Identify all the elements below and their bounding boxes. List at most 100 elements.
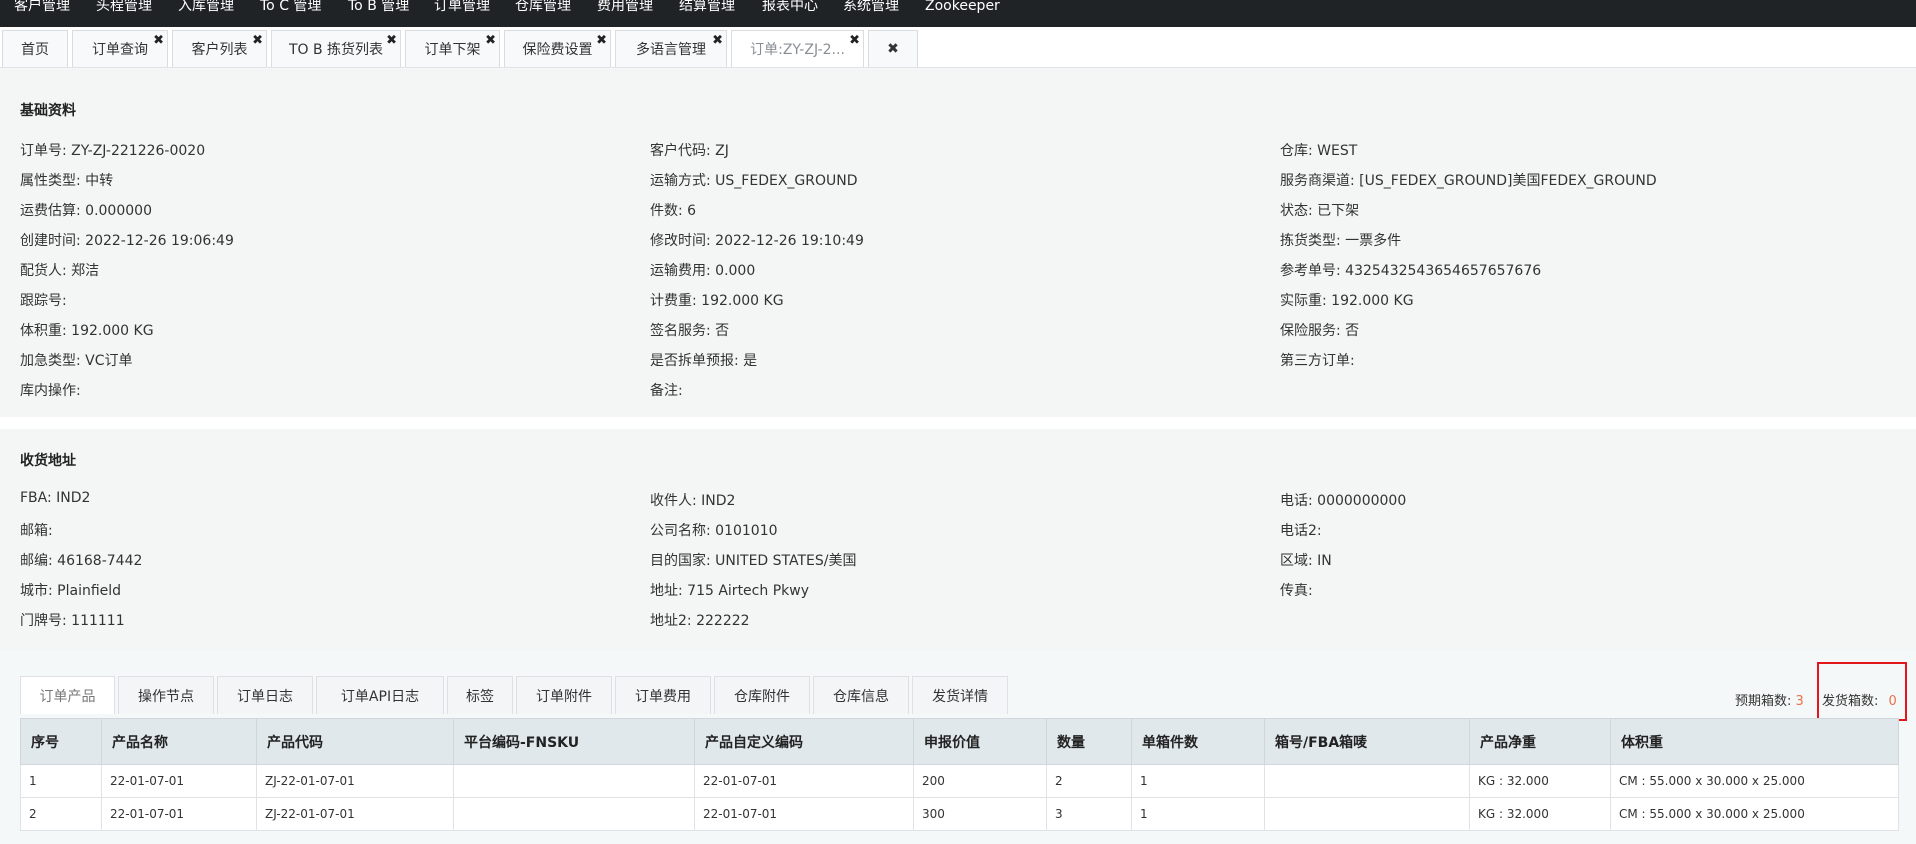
field-tracking-no: 跟踪号: xyxy=(20,293,67,309)
table-row: 2 22-01-07-01 ZJ-22-01-07-01 22-01-07-01… xyxy=(20,797,1899,831)
cell-pieces-per-box: 1 xyxy=(1131,764,1265,798)
products-table: 序号 产品名称 产品代码 平台编码-FNSKU 产品自定义编码 申报价值 数量 … xyxy=(20,718,1899,831)
field-email: 邮箱: xyxy=(20,523,53,539)
tab-label: 订单查询 xyxy=(92,42,148,58)
tab-tob-picking-list[interactable]: TO B 拣货列表 ✖ xyxy=(271,30,401,67)
field-created-time: 创建时间: 2022-12-26 19:06:49 xyxy=(20,233,234,249)
tab-customer-list[interactable]: 客户列表 ✖ xyxy=(172,30,267,67)
field-order-no: 订单号: ZY-ZJ-221226-0020 xyxy=(20,143,206,159)
tab-order-api-log[interactable]: 订单API日志 xyxy=(316,676,444,714)
basic-info-section: 基础资料 订单号: ZY-ZJ-221226-0020 属性类型: 中转 运费估… xyxy=(0,69,1916,417)
close-icon[interactable]: ✖ xyxy=(849,34,860,47)
nav-settlement-mgmt[interactable]: 结算管理 xyxy=(679,0,735,13)
field-third-party-order: 第三方订单: xyxy=(1280,353,1355,369)
cell-product-name: 22-01-07-01 xyxy=(101,764,257,798)
table-row: 1 22-01-07-01 ZJ-22-01-07-01 22-01-07-01… xyxy=(20,764,1899,798)
field-customer-code: 客户代码: ZJ xyxy=(650,143,729,159)
field-billing-weight: 计费重: 192.000 KG xyxy=(650,293,784,309)
tab-multilang-mgmt[interactable]: 多语言管理 ✖ xyxy=(615,30,727,67)
close-icon[interactable]: ✖ xyxy=(485,34,496,47)
nav-tob-mgmt[interactable]: To B 管理 xyxy=(348,0,409,13)
table-header-row: 序号 产品名称 产品代码 平台编码-FNSKU 产品自定义编码 申报价值 数量 … xyxy=(20,718,1899,765)
top-nav: 客户管理 头程管理 入库管理 To C 管理 To B 管理 订单管理 仓库管理… xyxy=(0,0,1916,27)
cell-product-code: ZJ-22-01-07-01 xyxy=(256,764,454,798)
close-icon[interactable]: ✖ xyxy=(596,34,607,47)
field-picking-type: 拣货类型: 一票多件 xyxy=(1280,233,1402,249)
tab-order-log[interactable]: 订单日志 xyxy=(217,676,313,714)
detail-tab-bar: 订单产品 操作节点 订单日志 订单API日志 标签 订单附件 订单费用 仓库附件… xyxy=(20,676,1011,714)
field-actual-weight: 实际重: 192.000 KG xyxy=(1280,293,1414,309)
tab-shipping-details[interactable]: 发货详情 xyxy=(912,676,1008,714)
tab-order-query[interactable]: 订单查询 ✖ xyxy=(72,30,168,67)
field-insurance-service: 保险服务: 否 xyxy=(1280,323,1360,339)
page-tab-bar: 首页 订单查询 ✖ 客户列表 ✖ TO B 拣货列表 ✖ 订单下架 ✖ 保险费设置 ✖ 多… xyxy=(0,27,1916,68)
nav-inbound-mgmt[interactable]: 入库管理 xyxy=(178,0,234,13)
cell-pieces-per-box: 1 xyxy=(1131,797,1265,831)
cell-fnsku xyxy=(453,797,695,831)
tab-order-unshelve[interactable]: 订单下架 ✖ xyxy=(405,30,500,67)
field-service-channel: 服务商渠道: [US_FEDEX_GROUND]美国FEDEX_GROUND xyxy=(1280,173,1657,189)
cell-declared-value: 200 xyxy=(913,764,1047,798)
close-all-icon: ✖ xyxy=(887,41,899,57)
field-fba: FBA: IND2 xyxy=(20,490,91,506)
nav-firstleg-mgmt[interactable]: 头程管理 xyxy=(96,0,152,13)
nav-fee-mgmt[interactable]: 费用管理 xyxy=(597,0,653,13)
tab-label: 首页 xyxy=(21,42,49,58)
col-header-custom-code: 产品自定义编码 xyxy=(694,718,914,765)
cell-declared-value: 300 xyxy=(913,797,1047,831)
tab-order-fees[interactable]: 订单费用 xyxy=(615,676,711,714)
tab-label: 订单下架 xyxy=(424,42,481,58)
close-all-tabs-button[interactable]: ✖ xyxy=(868,30,918,67)
field-house-no: 门牌号: 111111 xyxy=(20,613,125,629)
close-icon[interactable]: ✖ xyxy=(153,34,164,47)
field-address2: 地址2: 222222 xyxy=(650,613,750,629)
cell-custom-code: 22-01-07-01 xyxy=(694,764,914,798)
tab-home[interactable]: 首页 xyxy=(2,30,68,67)
cell-product-name: 22-01-07-01 xyxy=(101,797,257,831)
tab-label: 订单:ZY-ZJ-2... xyxy=(750,42,845,58)
col-header-volume-weight: 体积重 xyxy=(1610,718,1899,765)
tab-warehouse-attachments[interactable]: 仓库附件 xyxy=(714,676,810,714)
field-freight-estimate: 运费估算: 0.000000 xyxy=(20,203,152,219)
field-attr-type: 属性类型: 中转 xyxy=(20,173,114,189)
tab-insurance-settings[interactable]: 保险费设置 ✖ xyxy=(504,30,611,67)
tab-order-attachments[interactable]: 订单附件 xyxy=(516,676,612,714)
nav-customer-mgmt[interactable]: 客户管理 xyxy=(14,0,70,13)
cell-volume-weight: CM : 55.000 x 30.000 x 25.000 xyxy=(1610,764,1899,798)
field-region: 区域: IN xyxy=(1280,553,1332,569)
field-piece-count: 件数: 6 xyxy=(650,203,697,219)
field-warehouse-op: 库内操作: xyxy=(20,383,81,399)
field-split-forecast: 是否拆单预报: 是 xyxy=(650,353,758,369)
field-urgent-type: 加急类型: VC订单 xyxy=(20,353,133,369)
field-volume-weight: 体积重: 192.000 KG xyxy=(20,323,154,339)
nav-system-mgmt[interactable]: 系统管理 xyxy=(843,0,899,13)
col-header-declared-value: 申报价值 xyxy=(913,718,1047,765)
field-postcode: 邮编: 46168-7442 xyxy=(20,553,143,569)
tab-labels[interactable]: 标签 xyxy=(447,676,513,714)
section-title-basic: 基础资料 xyxy=(20,103,76,119)
field-status: 状态: 已下架 xyxy=(1280,203,1360,219)
nav-warehouse-mgmt[interactable]: 仓库管理 xyxy=(515,0,571,13)
close-icon[interactable]: ✖ xyxy=(712,34,723,47)
field-modified-time: 修改时间: 2022-12-26 19:10:49 xyxy=(650,233,864,249)
highlight-box xyxy=(1817,662,1907,721)
nav-order-mgmt[interactable]: 订单管理 xyxy=(434,0,490,13)
tab-order-products[interactable]: 订单产品 xyxy=(20,676,115,714)
field-shipping-method: 运输方式: US_FEDEX_GROUND xyxy=(650,173,858,189)
tab-operation-nodes[interactable]: 操作节点 xyxy=(118,676,214,714)
field-recipient: 收件人: IND2 xyxy=(650,493,736,509)
cell-index: 2 xyxy=(20,797,102,831)
field-address: 地址: 715 Airtech Pkwy xyxy=(650,583,809,599)
close-icon[interactable]: ✖ xyxy=(252,34,263,47)
address-section: 收货地址 FBA: IND2 邮箱: 邮编: 46168-7442 城市: Pl… xyxy=(0,429,1916,649)
expected-box-count: 预期箱数: 3 xyxy=(1735,694,1804,709)
nav-zookeeper[interactable]: Zookeeper xyxy=(925,0,1000,13)
tab-warehouse-info[interactable]: 仓库信息 xyxy=(813,676,909,714)
nav-report-center[interactable]: 报表中心 xyxy=(762,0,818,13)
field-reference-no: 参考单号: 4325432543654657657676 xyxy=(1280,263,1542,279)
nav-toc-mgmt[interactable]: To C 管理 xyxy=(260,0,321,13)
close-icon[interactable]: ✖ xyxy=(386,34,397,47)
cell-quantity: 2 xyxy=(1046,764,1132,798)
tab-order-detail[interactable]: 订单:ZY-ZJ-2... ✖ xyxy=(731,30,864,67)
col-header-index: 序号 xyxy=(20,718,102,765)
